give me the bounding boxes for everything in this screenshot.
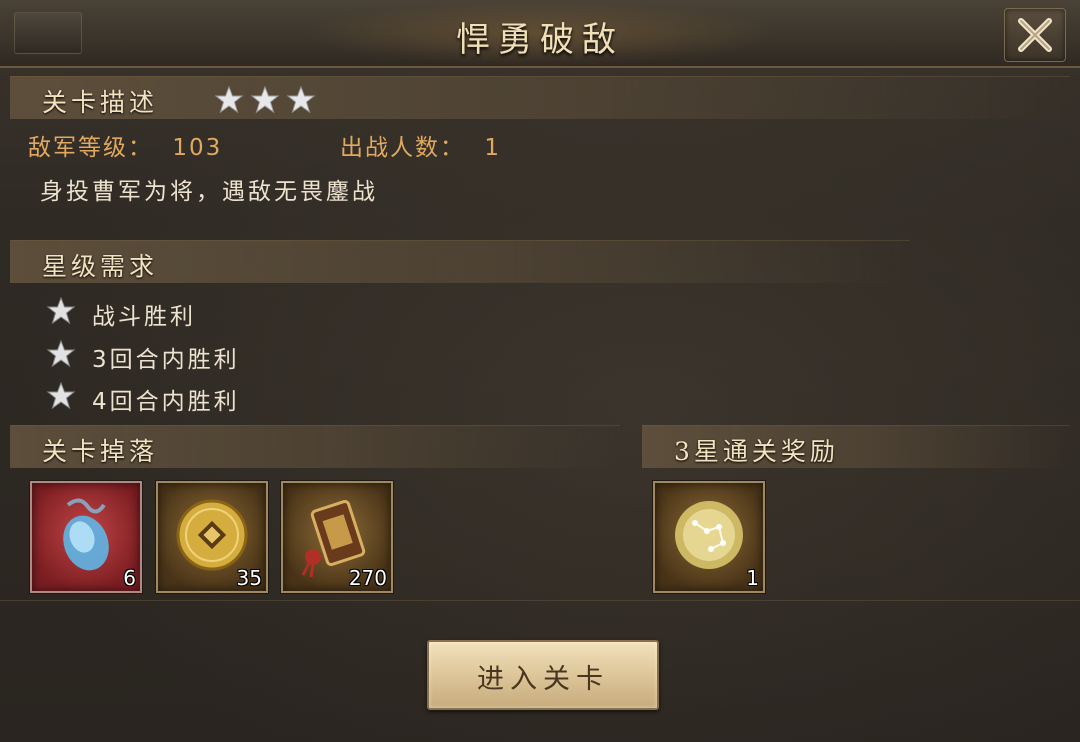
description-title: 关卡描述: [42, 88, 159, 117]
star-requirements-header: 星级需求: [10, 240, 910, 283]
troop-count-value: 1: [484, 135, 501, 161]
drop-item[interactable]: 35: [156, 481, 268, 593]
drops-title: 关卡掉落: [42, 437, 159, 466]
stage-stars-rating: [214, 85, 316, 114]
reward-item[interactable]: 1: [653, 481, 765, 593]
drop-item-count: 270: [348, 566, 387, 590]
enemy-level-row: 敌军等级： 103: [28, 128, 222, 162]
star-icon: [46, 381, 76, 410]
enter-stage-button[interactable]: 进入关卡: [427, 640, 659, 710]
troop-count-label: 出战人数：: [340, 135, 465, 161]
reward-item-count: 1: [746, 566, 759, 590]
dialog-title: 悍勇破敌: [456, 20, 624, 60]
description-header: 关卡描述: [10, 76, 1070, 119]
requirement-label: 4回合内胜利: [92, 389, 240, 415]
star-icon: [46, 296, 76, 325]
title-bar: 悍勇破敌: [0, 0, 1080, 68]
enemy-level-label: 敌军等级：: [28, 135, 153, 161]
enter-stage-label: 进入关卡: [477, 664, 609, 695]
drops-header: 关卡掉落: [10, 425, 620, 468]
star-icon: [286, 85, 316, 114]
stage-dialog: 悍勇破敌 关卡描述 敌军等级： 103 出战人数： 1 身投曹军为将，遇敌无畏鏖…: [0, 0, 1080, 742]
drop-item-count: 6: [123, 566, 136, 590]
reward-title: 3星通关奖励: [674, 437, 839, 466]
requirement-label: 3回合内胜利: [92, 347, 240, 373]
star-icon: [46, 339, 76, 368]
enemy-level-value: 103: [172, 135, 223, 161]
constellation-orb-icon: [675, 501, 743, 569]
star-icon: [250, 85, 280, 114]
blue-soul-gem-icon: [63, 498, 109, 571]
troop-count-row: 出战人数： 1: [340, 128, 501, 162]
drop-item-count: 35: [236, 566, 262, 590]
star-requirements-title: 星级需求: [42, 252, 159, 281]
close-x-icon: [1018, 18, 1052, 52]
star-icon: [214, 85, 244, 114]
close-button[interactable]: [1004, 8, 1066, 62]
requirement-label: 战斗胜利: [92, 304, 196, 330]
drop-item[interactable]: 270: [281, 481, 393, 593]
section-divider: [0, 600, 1080, 601]
drop-item[interactable]: 6: [30, 481, 142, 593]
stage-description: 身投曹军为将，遇敌无畏鏖战: [40, 179, 378, 205]
reward-header: 3星通关奖励: [642, 425, 1070, 468]
